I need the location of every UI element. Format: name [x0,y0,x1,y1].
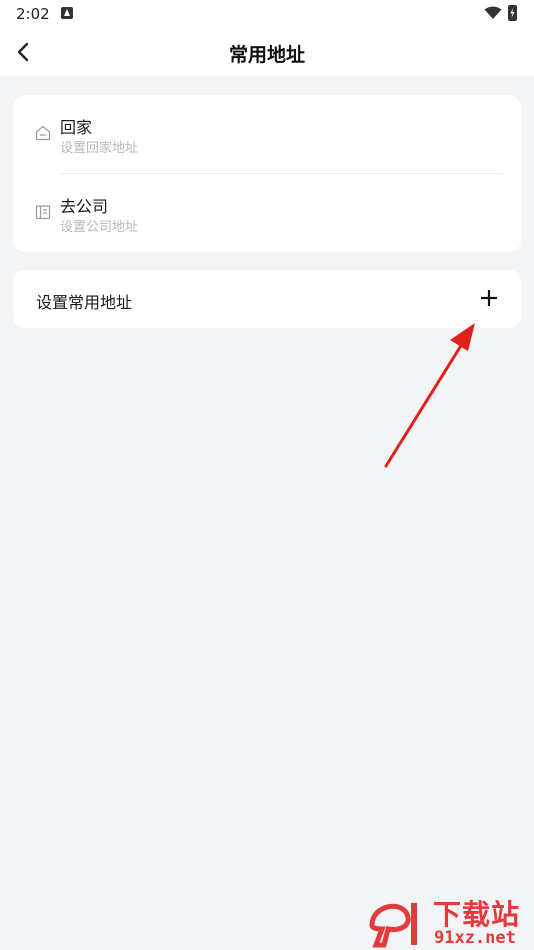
watermark-url: 91xz.net [434,928,516,948]
home-icon [35,125,51,141]
watermark-logo-icon [369,903,417,948]
address-item-company[interactable]: 去公司 设置公司地址 [13,174,521,252]
annotation-arrow [384,323,475,468]
address-subtitle: 设置回家地址 [60,141,139,156]
plus-icon[interactable] [479,288,499,308]
watermark-name: 下载站 [433,898,521,931]
address-subtitle: 设置公司地址 [60,220,139,235]
office-icon [35,205,51,220]
address-title: 去公司 [60,197,109,216]
page-title: 常用地址 [228,44,305,66]
address-item-home[interactable]: 回家 设置回家地址 [13,95,521,173]
battery-charging-icon [508,5,517,21]
address-card: 回家 设置回家地址 去公司 设置公司地址 [13,95,521,252]
a-square-icon [61,7,73,19]
set-common-address-label: 设置常用地址 [36,293,133,312]
status-bar: 2:02 [0,0,534,28]
address-title: 回家 [60,118,93,137]
watermark: 下载站 91xz.net [364,893,534,950]
status-time: 2:02 [16,5,50,23]
wifi-icon [484,6,502,19]
header: 常用地址 [0,28,534,76]
